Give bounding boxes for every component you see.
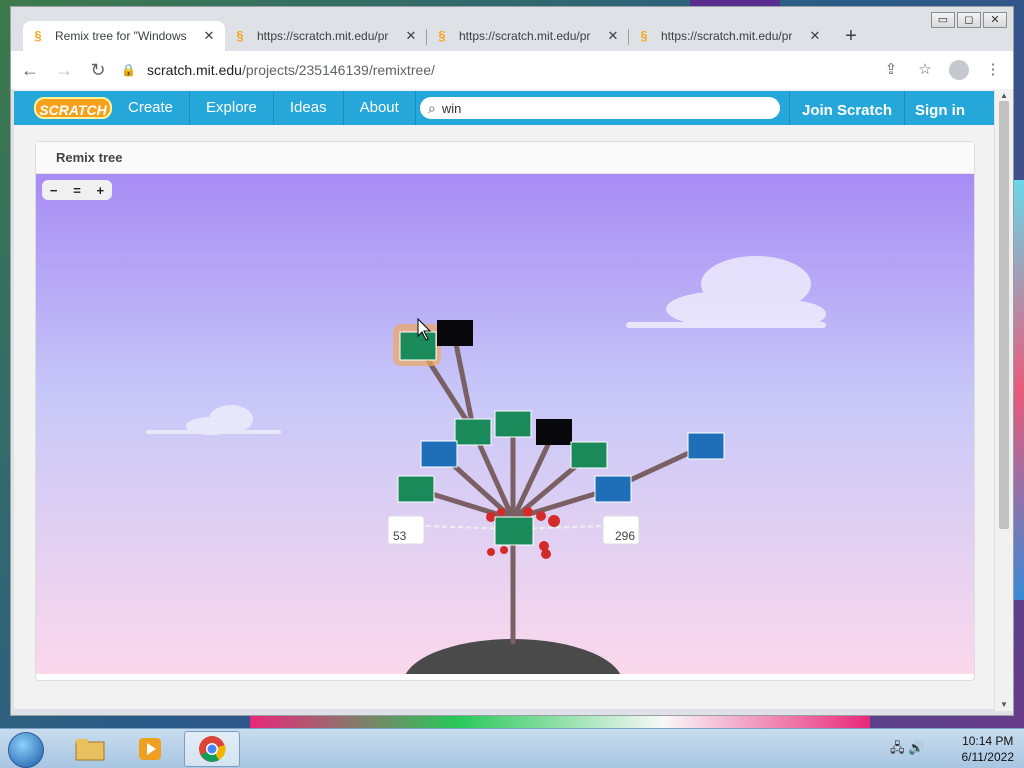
sign-in-button[interactable]: Sign in <box>903 91 977 125</box>
tab-close-icon[interactable]: ✕ <box>403 28 419 44</box>
chrome-taskbar-icon[interactable] <box>184 731 240 767</box>
minimize-button[interactable]: ▭ <box>931 12 955 28</box>
new-tab-button[interactable]: + <box>837 23 865 51</box>
tab-close-icon[interactable]: ✕ <box>605 28 621 44</box>
system-clock[interactable]: 10:14 PM 6/11/2022 <box>962 733 1015 765</box>
scratch-favicon-icon: § <box>438 28 446 43</box>
tab-title: https://scratch.mit.edu/pr <box>661 29 793 43</box>
scratch-favicon-icon: § <box>34 28 42 43</box>
scratch-logo[interactable]: SCRATCH <box>34 97 112 119</box>
scroll-down-icon[interactable]: ▼ <box>995 700 1013 709</box>
zoom-in-icon[interactable]: + <box>97 183 105 198</box>
tray-icons[interactable]: 🖧 🔊 <box>890 739 924 761</box>
tab-title: https://scratch.mit.edu/pr <box>257 29 389 43</box>
scratch-favicon-icon: § <box>236 28 244 43</box>
clock-time: 10:14 PM <box>962 734 1014 748</box>
nav-ideas[interactable]: Ideas <box>274 91 344 125</box>
page-scrollbar[interactable]: ▲ ▼ <box>995 89 1013 711</box>
search-input[interactable]: ⌕ win <box>420 97 780 119</box>
lock-icon: 🔒 <box>121 63 136 77</box>
right-count[interactable]: 296 <box>615 529 635 543</box>
project-thumb <box>454 418 492 446</box>
scratch-navbar: SCRATCH Create Explore Ideas About ⌕ win… <box>14 91 994 125</box>
join-scratch-button[interactable]: Join Scratch <box>789 91 906 125</box>
windows-taskbar: 🖧 🔊 10:14 PM 6/11/2022 <box>0 728 1024 768</box>
tree-branches <box>413 331 707 645</box>
clock-date: 6/11/2022 <box>961 750 1015 764</box>
nav-about[interactable]: About <box>344 91 416 125</box>
remix-tree-graphic: 53 296 <box>146 256 826 674</box>
media-player-taskbar-icon[interactable] <box>122 731 178 767</box>
tab-close-icon[interactable]: ✕ <box>201 28 217 44</box>
project-thumb <box>687 432 725 460</box>
zoom-controls: − = + <box>42 180 112 200</box>
remix-tree-title: Remix tree <box>36 142 974 174</box>
cloud-left <box>146 405 281 435</box>
project-thumb <box>437 320 473 346</box>
tab-title: Remix tree for "Windows <box>55 29 187 43</box>
remix-tree-canvas[interactable]: 53 296 − = + <box>36 174 974 674</box>
project-thumb <box>420 440 458 468</box>
profile-avatar[interactable] <box>945 55 973 85</box>
nav-explore[interactable]: Explore <box>190 91 274 125</box>
explorer-taskbar-icon[interactable] <box>62 731 118 767</box>
tab-strip: § Remix tree for "Windows ✕ § https://sc… <box>23 21 865 51</box>
root-project-thumb <box>494 516 534 546</box>
project-thumb <box>594 475 632 503</box>
project-thumb <box>570 441 608 469</box>
url-host: scratch.mit.edu <box>147 62 242 78</box>
search-icon: ⌕ <box>428 99 436 116</box>
left-count[interactable]: 53 <box>393 529 407 543</box>
back-button[interactable]: ← <box>15 55 45 85</box>
remix-tree-panel: Remix tree 53 296 − = + <box>35 141 975 681</box>
address-bar[interactable]: 🔒 scratch.mit.edu /projects/235146139/re… <box>121 55 911 85</box>
tab-remix-tree[interactable]: § Remix tree for "Windows ✕ <box>23 21 225 51</box>
url-path: /projects/235146139/remixtree/ <box>241 62 435 78</box>
tab-close-icon[interactable]: ✕ <box>807 28 823 44</box>
project-thumbnails <box>397 320 725 546</box>
share-icon[interactable]: ⇪ <box>877 55 905 85</box>
browser-window: ▭ ◻ ✕ § Remix tree for "Windows ✕ § http… <box>10 6 1014 716</box>
forward-button[interactable]: → <box>49 55 79 85</box>
nav-create[interactable]: Create <box>112 91 191 125</box>
tab-title: https://scratch.mit.edu/pr <box>459 29 591 43</box>
cloud-right <box>626 256 826 328</box>
bookmark-star-icon[interactable]: ☆ <box>911 55 939 85</box>
window-controls: ▭ ◻ ✕ <box>931 12 1007 28</box>
zoom-out-icon[interactable]: − <box>50 183 58 198</box>
scratch-favicon-icon: § <box>640 28 648 43</box>
tab-scratch-4[interactable]: § https://scratch.mit.edu/pr ✕ <box>629 21 831 51</box>
scroll-up-icon[interactable]: ▲ <box>995 91 1013 100</box>
tab-scratch-2[interactable]: § https://scratch.mit.edu/pr ✕ <box>225 21 427 51</box>
close-window-button[interactable]: ✕ <box>983 12 1007 28</box>
maximize-button[interactable]: ◻ <box>957 12 981 28</box>
web-page: SCRATCH Create Explore Ideas About ⌕ win… <box>14 89 994 709</box>
menu-kebab-icon[interactable]: ⋮ <box>979 55 1007 85</box>
reload-button[interactable]: ↻ <box>83 55 113 85</box>
search-value: win <box>441 100 462 116</box>
project-thumb <box>397 475 435 503</box>
project-thumb <box>494 410 532 438</box>
zoom-reset-icon[interactable]: = <box>73 183 81 198</box>
tab-scratch-3[interactable]: § https://scratch.mit.edu/pr ✕ <box>427 21 629 51</box>
scrollbar-thumb[interactable] <box>999 101 1009 529</box>
browser-toolbar: ← → ↻ 🔒 scratch.mit.edu /projects/235146… <box>11 51 1013 89</box>
project-thumb <box>536 419 572 445</box>
start-button[interactable] <box>8 732 44 768</box>
